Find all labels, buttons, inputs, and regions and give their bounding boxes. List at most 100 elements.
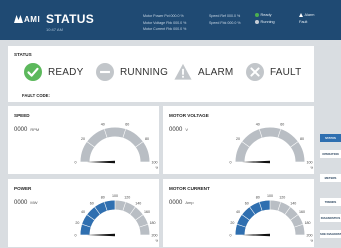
gauge-tick-label: 60: [90, 201, 94, 205]
gauge-tick-label: 60: [280, 123, 284, 127]
status-running-label: RUNNING: [120, 66, 169, 78]
gauge-tick-label: 40: [256, 123, 260, 127]
x-circle-icon: [246, 63, 264, 81]
gauge-readout: 0000 MW: [14, 200, 38, 206]
gauge-fill: [235, 200, 271, 236]
metric-motor-power: Motor Power Pct 000.0 %: [143, 14, 184, 18]
status-running: RUNNING: [96, 62, 168, 82]
running-dot-icon: [255, 19, 259, 24]
gauge-panel-motor-current: MOTOR CURRENT 0000 Amp 0 20 40 60 80 100 120 140…: [163, 179, 314, 247]
gauge-title: MOTOR VOLTAGE: [169, 113, 209, 118]
status-alarm: ALARM: [174, 62, 233, 82]
gauge-tick-label: 100: [307, 160, 313, 164]
header-bar: AMI STATUS 10:47 AM Motor Power Pct 000.…: [0, 0, 341, 40]
indicator-alarm: Alarm: [299, 12, 314, 19]
page-title: STATUS: [46, 12, 95, 26]
gauge-readout: 0000 RPM: [14, 127, 40, 133]
main-content: STATUS READY RUNNING ALARM FAULT FAULT C…: [8, 46, 314, 248]
metrics-left: Motor Power Pct 000.0 % Motor Voltage Fb…: [143, 13, 186, 33]
gauge-needle: [242, 160, 270, 164]
gauge-tick-label: 20: [75, 221, 79, 225]
gauge-tick-label: 120: [279, 196, 285, 200]
gauge-tick-label: 0: [230, 233, 232, 237]
gauge-needle: [87, 160, 115, 164]
indicator-legend: Ready Running: [255, 12, 275, 26]
gauge-needle: [242, 233, 270, 237]
gauge-tick-label: 100: [112, 194, 118, 198]
gauge-tick-label: 200: [152, 233, 158, 237]
gauge-tick-label: 180: [150, 221, 156, 225]
gauge-tick-label: 80: [256, 196, 260, 200]
gauge-readout: 0000 V: [169, 127, 189, 133]
alarm-triangle-icon: [299, 12, 303, 17]
gauge-unit-label: %: [156, 166, 159, 170]
gauge-tick-label: 80: [145, 137, 149, 141]
speed-gauge: 0 20 40 60 80 100%: [75, 123, 159, 170]
warning-triangle-icon: [174, 63, 192, 80]
indicator-running: Running: [255, 19, 275, 26]
metric-speed-ref: Speed Ref 000.0 %: [209, 14, 241, 18]
gauge-title: SPEED: [14, 113, 30, 118]
brand-mark-icon: [14, 15, 23, 23]
check-circle-icon: [24, 63, 42, 81]
gauge-tick-label: 40: [101, 123, 105, 127]
clock: 10:47 AM: [46, 27, 63, 32]
gauge-tick-label: 60: [245, 201, 249, 205]
gauge-tick-label: 80: [300, 137, 304, 141]
status-fault: FAULT: [246, 62, 301, 82]
ready-dot-icon: [255, 12, 259, 17]
gauge-tick-label: 20: [236, 137, 240, 141]
metric-motor-voltage: Motor Voltage Fbk 000.0 %: [143, 20, 187, 25]
indicator-fault: Fault: [299, 20, 308, 24]
gauge-tick-label: 180: [305, 221, 311, 225]
nav-status[interactable]: STATUS: [320, 134, 341, 142]
metric-speed-fbk: Speed Fbk 000.0 %: [209, 20, 241, 25]
gauge-tick-label: 0: [230, 160, 232, 164]
fault-code-label: FAULT CODE:: [22, 93, 50, 98]
brand-name: AMI: [24, 15, 41, 24]
gauge-tick-label: 40: [81, 210, 85, 214]
gauge-unit-label: %: [311, 239, 314, 243]
gauge-tick-label: 60: [125, 123, 129, 127]
gauge-unit-label: %: [156, 239, 159, 243]
gauge-needle: [87, 233, 115, 237]
status-panel-title: STATUS: [14, 52, 32, 57]
gauge-tick-label: 200: [307, 233, 313, 237]
motor-voltage-gauge: 0 20 40 60 80 100%: [230, 123, 314, 170]
nav-diagnostics[interactable]: DIAGNOSTICS: [320, 214, 341, 222]
gauge-tick-label: 140: [135, 201, 141, 205]
nav-trends[interactable]: TRENDS: [320, 198, 341, 206]
status-alarm-label: ALARM: [198, 66, 234, 78]
nav-meters[interactable]: METERS: [320, 174, 341, 182]
gauge-tick-label: 120: [124, 196, 130, 200]
gauge-fill: [80, 200, 116, 236]
gauge-tick-label: 0: [75, 160, 77, 164]
gauge-title: POWER: [14, 186, 32, 191]
nav-soe-diagnostics[interactable]: SOE DIAGNOSTICS: [320, 230, 341, 238]
indicator-ready: Ready: [255, 12, 275, 19]
gauge-tick-label: 100: [267, 194, 273, 198]
gauge-tick-label: 140: [290, 201, 296, 205]
minus-circle-icon: [96, 63, 114, 81]
gauge-readout: 0000 Amp: [169, 200, 194, 206]
nav-operation[interactable]: OPERATION: [320, 150, 341, 158]
gauge-tick-label: 160: [144, 210, 150, 214]
brand-logo: AMI: [14, 15, 40, 24]
gauge-tick-label: 20: [81, 137, 85, 141]
gauge-unit-label: %: [311, 166, 314, 170]
status-fault-label: FAULT: [270, 66, 302, 78]
gauge-tick-label: 0: [75, 233, 77, 237]
gauge-panel-speed: SPEED 0000RPM 0 20 40 60 80 100%: [8, 106, 159, 174]
power-gauge: 0 20 40 60 80 100 120 140 160 180 200%: [75, 194, 159, 243]
status-ready-label: READY: [48, 66, 84, 78]
gauge-tick-label: 100: [152, 160, 158, 164]
motor-current-gauge: 0 20 40 60 80 100 120 140 160 180 200%: [230, 194, 314, 243]
gauge-tick-label: 160: [299, 210, 305, 214]
indicator-legend-2: Alarm Fault: [299, 12, 314, 26]
status-panel: STATUS READY RUNNING ALARM FAULT FAULT C…: [8, 46, 314, 102]
gauge-tick-label: 40: [236, 210, 240, 214]
metric-motor-current: Motor Current Fbk 000.0 %: [143, 27, 187, 32]
gauge-tick-label: 20: [230, 221, 234, 225]
gauge-panel-power: POWER 0000 MW 0 20 40 60 80 100 120 140 160 180 200…: [8, 179, 159, 247]
gauge-title: MOTOR CURRENT: [169, 186, 210, 191]
